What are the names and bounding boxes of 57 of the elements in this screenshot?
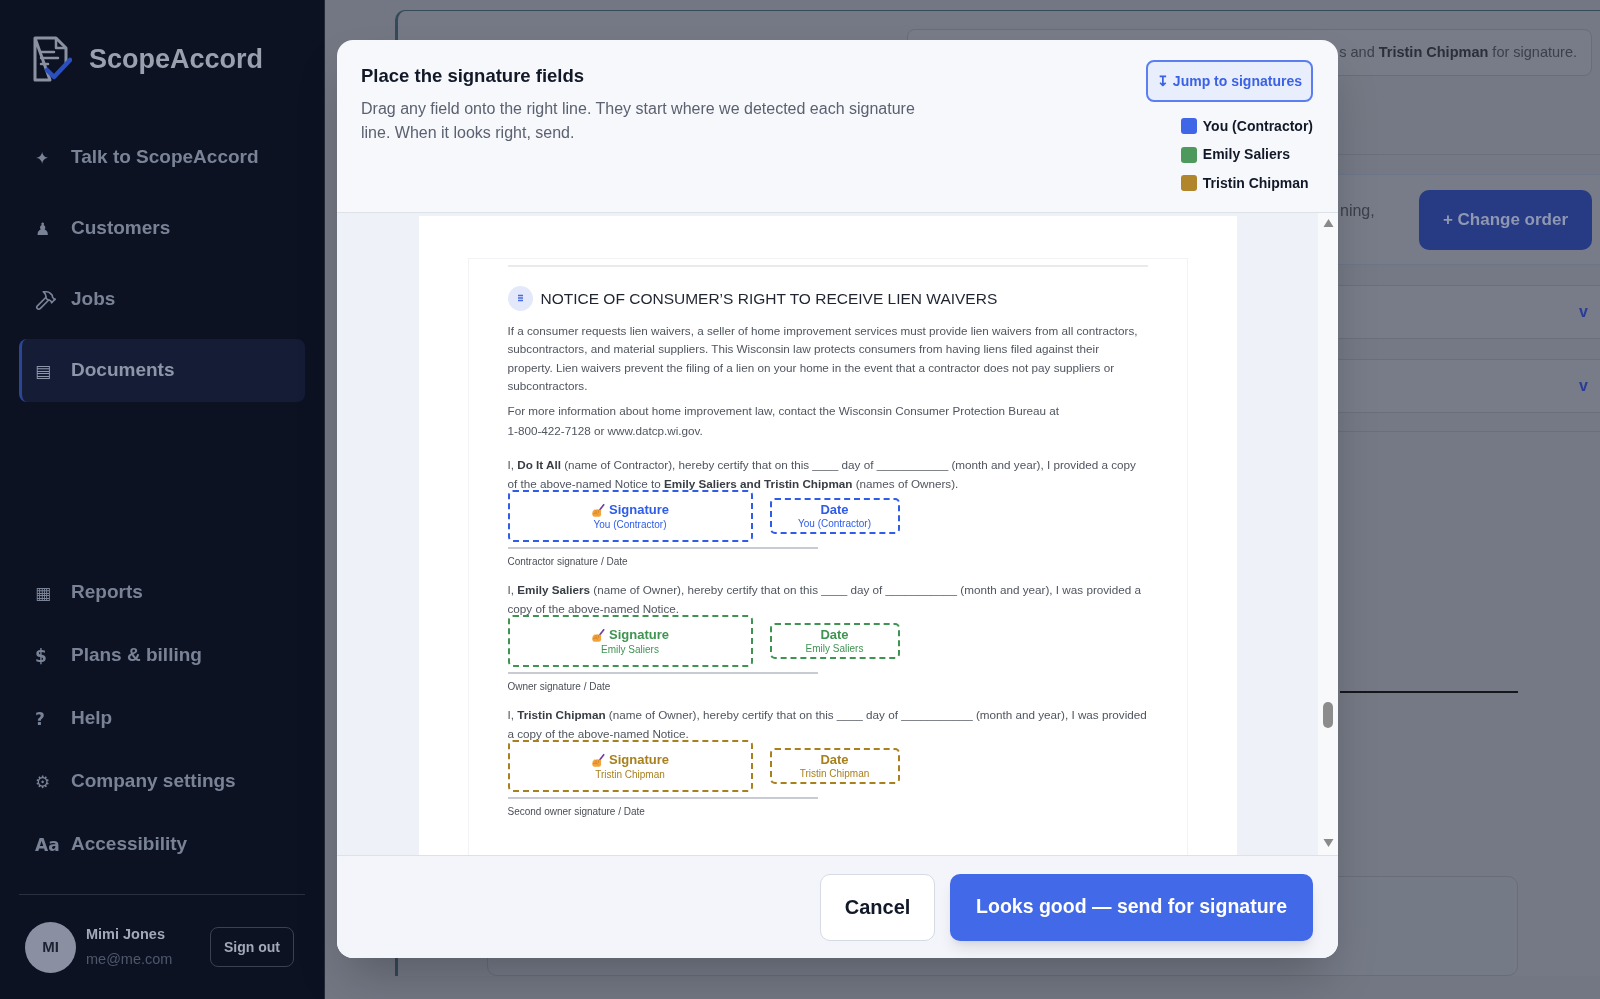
certification-text: I, Emily Saliers (name of Owner), hereby certify that on this ____ day of ___________ (month and year), I was provided a copy of the above-named Notice. — [507, 582, 1142, 617]
scrollbar-track[interactable] — [1318, 213, 1338, 855]
nav-item[interactable]: ⚙ Company settings — [19, 750, 305, 813]
text-size-icon: Aa — [35, 834, 59, 855]
list-icon: ▤ — [35, 360, 59, 381]
question-mark-icon: ? — [35, 708, 59, 729]
document-paragraph: If a consumer requests lien waivers, a seller of home improvement services must provide lien waivers from all contractors, subcontractors, and material suppliers. This Wisconsin law protects consumers from having liens filed against their property. Lien waivers prevent the filing of a lien on your home in the event that a contractor does not pay suppliers or subcontractors. — [507, 323, 1139, 394]
signer-name: You (Contractor) — [1202, 116, 1313, 136]
banner-text: s and Tristin Chipman for signature. — [1339, 42, 1577, 62]
scrollbar-thumb[interactable] — [1323, 702, 1333, 728]
document-heading: NOTICE OF CONSUMER’S RIGHT TO RECEIVE LIEN WAIVERS — [540, 288, 998, 309]
nav-item[interactable]: ▦ Reports — [19, 561, 305, 624]
jump-to-signatures-button[interactable]: ↧ Jump to signatures — [1145, 60, 1313, 102]
dollar-sign-icon: $ — [35, 645, 59, 666]
nav-item[interactable]: $ Plans & billing — [19, 624, 305, 687]
brand-name: ScopeAccord — [89, 42, 264, 76]
user-name: Mimi Jones — [86, 925, 166, 944]
dialog-description: Drag any field onto the right line. They start where we detected each signature line. When it looks right, send. — [361, 99, 916, 143]
writing-hand-icon — [591, 502, 605, 517]
sparkle-icon: ✦ — [35, 147, 59, 168]
pawn-icon: ♟ — [35, 218, 59, 239]
send-for-signature-button[interactable]: Looks good — send for signature — [950, 873, 1313, 941]
signature-field[interactable]: Signature Emily Saliers — [507, 615, 753, 668]
avatar: MI — [25, 921, 76, 973]
signature-line-label: Second owner signature / Date — [507, 805, 646, 820]
nav-item[interactable]: ▤ Documents — [19, 339, 305, 402]
scroll-down-arrow-icon[interactable] — [1322, 839, 1334, 847]
document-paragraph: For more information about home improvement law, contact the Wisconsin Consumer Protection Bureau at 1-800-422-7128 or www.datcp.wi.gov. — [507, 403, 1060, 440]
gear-icon: ⚙ — [35, 771, 59, 792]
writing-hand-icon — [591, 627, 605, 642]
nav-item[interactable]: ✦ Talk to ScopeAccord — [19, 126, 305, 189]
signature-field[interactable]: Signature You (Contractor) — [507, 490, 753, 543]
signature-line-label: Owner signature / Date — [507, 680, 612, 695]
nav-item[interactable]: Aa Accessibility — [19, 813, 305, 876]
hammer-icon — [35, 288, 57, 311]
change-order-button[interactable]: + Change order — [1419, 189, 1592, 250]
signer-name: Emily Saliers — [1202, 145, 1290, 164]
scroll-up-arrow-icon[interactable] — [1322, 219, 1334, 227]
nav-item[interactable]: ? Help — [19, 687, 305, 750]
signature-line-label: Contractor signature / Date — [507, 555, 629, 570]
certification-text: I, Do It All (name of Contractor), hereby certify that on this ____ day of ___________ (month and year), I provided a copy of the above-named Notice to Emily Saliers and Tristin Chipman (names of Owners). — [507, 457, 1137, 492]
nav-item[interactable]: ♟ Customers — [19, 197, 305, 260]
date-field[interactable]: Date Emily Saliers — [769, 623, 900, 660]
card-text: ning, — [1340, 201, 1375, 221]
dialog-title: Place the signature fields — [361, 64, 586, 88]
cancel-button[interactable]: Cancel — [820, 873, 936, 941]
date-field[interactable]: Date You (Contractor) — [769, 498, 900, 535]
nav-item[interactable]: Jobs — [19, 268, 305, 331]
document-badge-icon — [507, 286, 533, 311]
date-field[interactable]: Date Tristin Chipman — [769, 748, 900, 785]
signer-name: Tristin Chipman — [1202, 173, 1309, 193]
grid-icon: ▦ — [35, 582, 59, 603]
writing-hand-icon — [591, 752, 605, 767]
signature-field[interactable]: Signature Tristin Chipman — [507, 740, 753, 793]
user-email: me@me.com — [86, 950, 173, 969]
certification-text: I, Tristin Chipman (name of Owner), hereby certify that on this ____ day of ___________ (month and year), I was provided a copy of the above-named Notice. — [507, 707, 1148, 742]
sign-out-button[interactable]: Sign out — [210, 927, 294, 967]
